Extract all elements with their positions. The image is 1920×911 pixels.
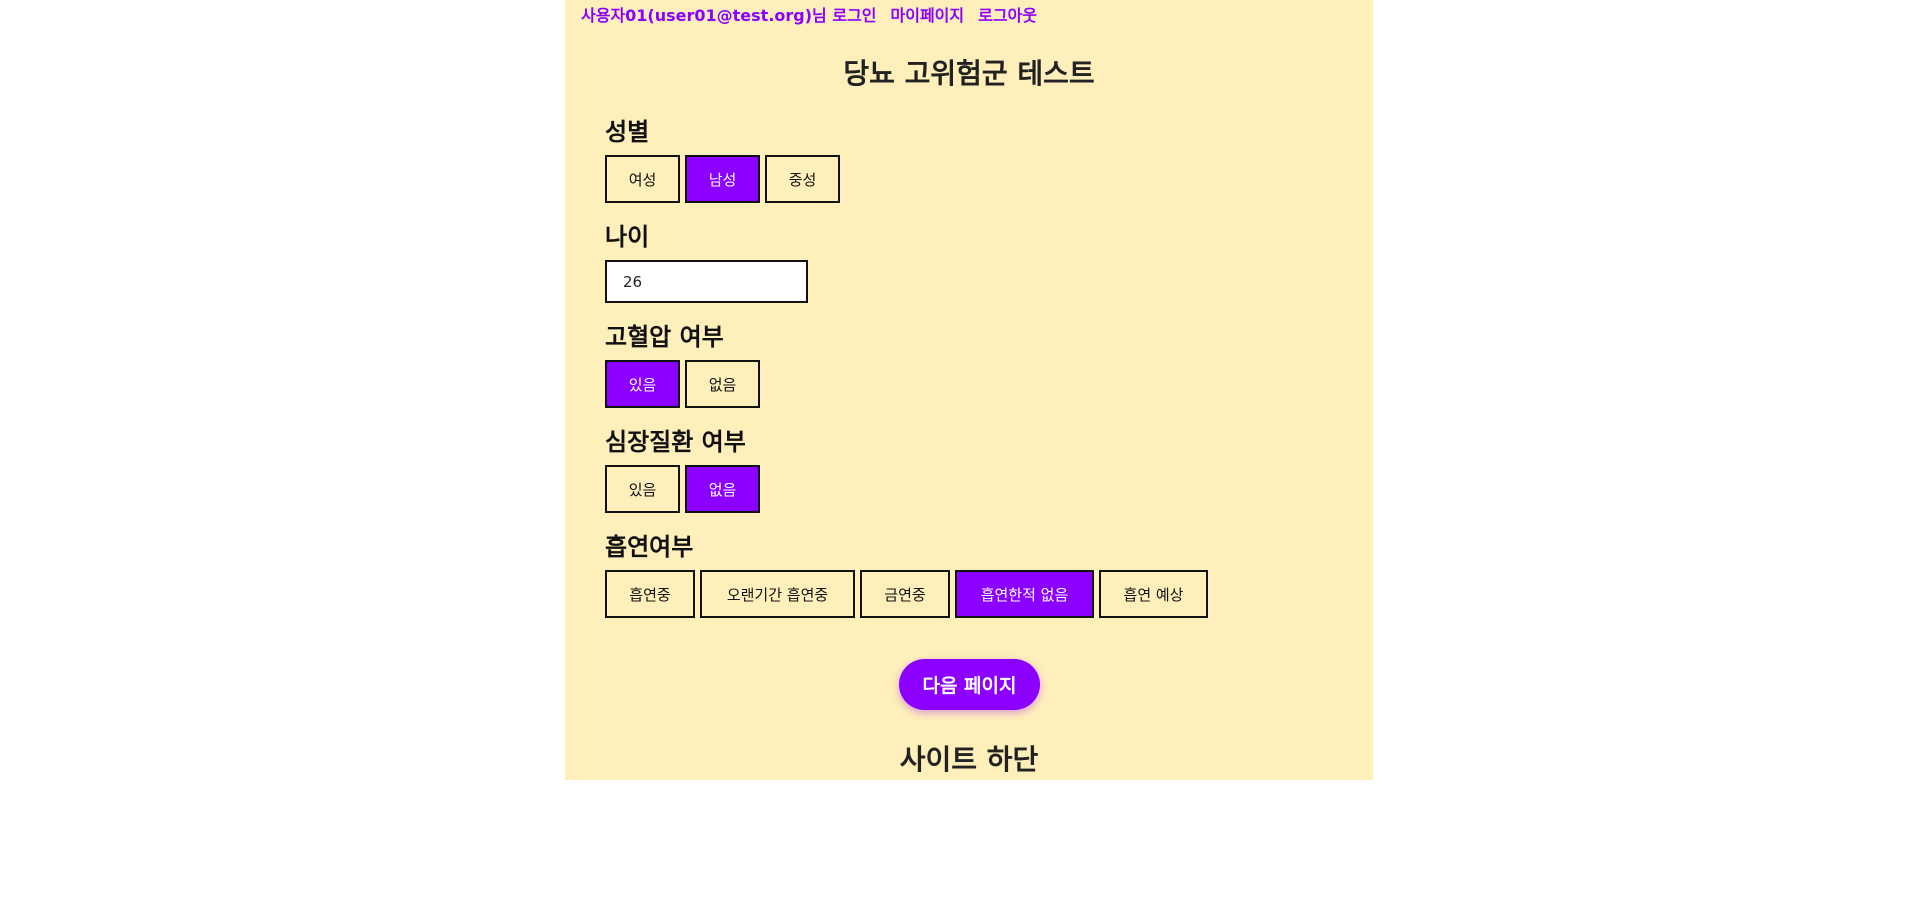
heart-disease-option-yes[interactable]: 있음 — [605, 465, 680, 513]
heart-disease-options: 있음 없음 — [605, 465, 760, 513]
smoking-options: 흡연중 오랜기간 흡연중 금연중 흡연한적 없음 흡연 예상 — [605, 570, 1208, 618]
hypertension-options: 있음 없음 — [605, 360, 760, 408]
site-footer: 사이트 하단 — [899, 743, 1039, 776]
age-label: 나이 — [605, 223, 650, 251]
logout-link[interactable]: 로그아웃 — [978, 2, 1037, 26]
page-title: 당뇨 고위험군 테스트 — [843, 57, 1095, 90]
mypage-link[interactable]: 마이페이지 — [891, 2, 965, 26]
gender-label: 성별 — [605, 118, 650, 146]
smoking-option-quit[interactable]: 금연중 — [860, 570, 950, 618]
gender-option-female[interactable]: 여성 — [605, 155, 680, 203]
gender-option-neutral[interactable]: 중성 — [765, 155, 840, 203]
age-input[interactable] — [605, 260, 808, 303]
smoking-option-long-term[interactable]: 오랜기간 흡연중 — [700, 570, 855, 618]
smoking-option-never[interactable]: 흡연한적 없음 — [955, 570, 1094, 618]
heart-disease-option-no[interactable]: 없음 — [685, 465, 760, 513]
logged-in-user-text: 사용자01(user01@test.org)님 로그인 — [581, 6, 877, 25]
hypertension-option-no[interactable]: 없음 — [685, 360, 760, 408]
smoking-option-planned[interactable]: 흡연 예상 — [1099, 570, 1208, 618]
top-bar: 사용자01(user01@test.org)님 로그인 마이페이지 로그아웃 — [581, 2, 1051, 26]
hypertension-label: 고혈압 여부 — [605, 323, 724, 351]
heart-disease-label: 심장질환 여부 — [605, 428, 746, 456]
gender-options: 여성 남성 중성 — [605, 155, 840, 203]
hypertension-option-yes[interactable]: 있음 — [605, 360, 680, 408]
next-page-button[interactable]: 다음 페이지 — [899, 659, 1040, 710]
page-container: 사용자01(user01@test.org)님 로그인 마이페이지 로그아웃 당… — [565, 0, 1373, 780]
gender-option-male[interactable]: 남성 — [685, 155, 760, 203]
smoking-option-current[interactable]: 흡연중 — [605, 570, 695, 618]
smoking-label: 흡연여부 — [605, 533, 694, 561]
